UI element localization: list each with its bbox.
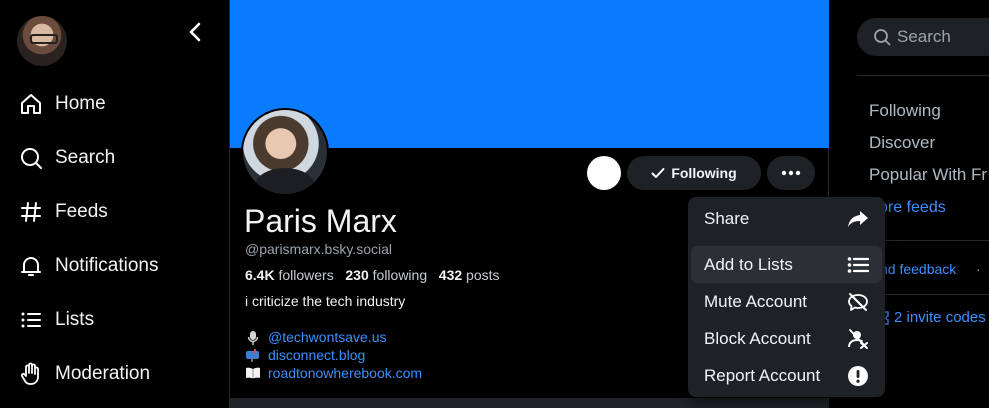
nav-search[interactable]: Search — [18, 141, 115, 175]
menu-item-label: Add to Lists — [704, 254, 793, 274]
mailbox-icon — [244, 348, 262, 362]
profile-avatar[interactable] — [241, 108, 329, 196]
list-icon — [18, 307, 44, 333]
ellipsis-icon — [781, 170, 801, 176]
microphone-icon — [244, 330, 262, 345]
menu-item-add-to-lists[interactable]: Add to Lists — [691, 246, 882, 283]
more-options-button[interactable] — [767, 156, 815, 190]
send-feedback-link[interactable]: nd feedback — [880, 261, 956, 277]
following-stat[interactable]: 230 following — [345, 267, 427, 283]
nav-home-label: Home — [55, 93, 106, 114]
home-icon — [18, 91, 44, 117]
menu-item-share[interactable]: Share — [691, 200, 882, 237]
profile-action-dot[interactable] — [587, 156, 621, 190]
hash-icon — [18, 199, 44, 225]
bell-icon — [18, 253, 44, 279]
bio-link-row: roadtonowherebook.com — [244, 365, 422, 381]
search-icon — [18, 145, 44, 171]
feed-link-discover[interactable]: Discover — [869, 133, 935, 153]
search-icon — [873, 28, 891, 46]
book-icon — [244, 366, 262, 380]
menu-item-label: Share — [704, 208, 750, 228]
nav-notifications-label: Notifications — [55, 255, 159, 276]
bio-link[interactable]: disconnect.blog — [268, 347, 365, 363]
divider — [857, 75, 989, 76]
bio-link-row: @techwontsave.us — [244, 329, 387, 345]
invite-codes-link[interactable]: 2 invite codes — [879, 309, 986, 326]
profile-handle: @parismarx.bsky.social — [245, 241, 392, 257]
menu-item-label: Mute Account — [704, 291, 808, 311]
nav-notifications[interactable]: Notifications — [18, 249, 159, 283]
profile-stats: 6.4K followers 230 following 432 posts — [245, 267, 500, 283]
search-input[interactable]: Search — [857, 18, 989, 56]
list-icon — [847, 256, 869, 274]
check-icon — [651, 167, 665, 179]
person-blocked-icon — [847, 328, 869, 349]
speech-bubble-muted-icon — [847, 292, 869, 312]
tab-bar-edge — [230, 398, 829, 408]
profile-bio: i criticize the tech industry — [245, 293, 406, 309]
bio-link[interactable]: roadtonowherebook.com — [268, 365, 422, 381]
feed-link-following[interactable]: Following — [869, 101, 941, 121]
bio-link-row: disconnect.blog — [244, 347, 365, 363]
menu-item-block-account[interactable]: Block Account — [691, 320, 882, 357]
search-placeholder: Search — [897, 27, 951, 46]
exclamation-circle-icon — [847, 365, 869, 387]
nav-feeds-label: Feeds — [55, 201, 108, 222]
left-sidebar: Home Search Feeds Notifications Lists Mo… — [0, 0, 229, 408]
nav-moderation[interactable]: Moderation — [18, 357, 150, 391]
posts-stat: 432 posts — [438, 267, 500, 283]
nav-moderation-label: Moderation — [55, 363, 151, 384]
share-arrow-icon — [847, 210, 869, 228]
nav-lists[interactable]: Lists — [18, 303, 94, 337]
bio-link[interactable]: @techwontsave.us — [268, 329, 387, 345]
profile-more-menu: Share Add to Lists Mute Account Block Ac… — [688, 197, 885, 397]
feed-link-popular[interactable]: Popular With Fr — [869, 165, 987, 185]
separator-dot: · — [976, 261, 981, 277]
nav-home[interactable]: Home — [18, 87, 106, 121]
user-avatar[interactable] — [17, 16, 67, 66]
menu-item-report-account[interactable]: Report Account — [691, 357, 882, 394]
following-button-label: Following — [671, 165, 737, 181]
nav-lists-label: Lists — [55, 309, 95, 330]
hand-icon — [18, 361, 44, 387]
menu-item-label: Report Account — [704, 365, 821, 385]
following-button[interactable]: Following — [627, 156, 761, 190]
collapse-sidebar-chevron-icon[interactable] — [184, 20, 206, 44]
nav-feeds[interactable]: Feeds — [18, 195, 108, 229]
followers-stat[interactable]: 6.4K followers — [245, 267, 334, 283]
profile-name: Paris Marx — [244, 203, 397, 239]
more-feeds-link[interactable]: ore feeds — [879, 199, 946, 217]
menu-item-mute-account[interactable]: Mute Account — [691, 283, 882, 320]
menu-item-label: Block Account — [704, 328, 811, 348]
nav-search-label: Search — [55, 147, 116, 168]
